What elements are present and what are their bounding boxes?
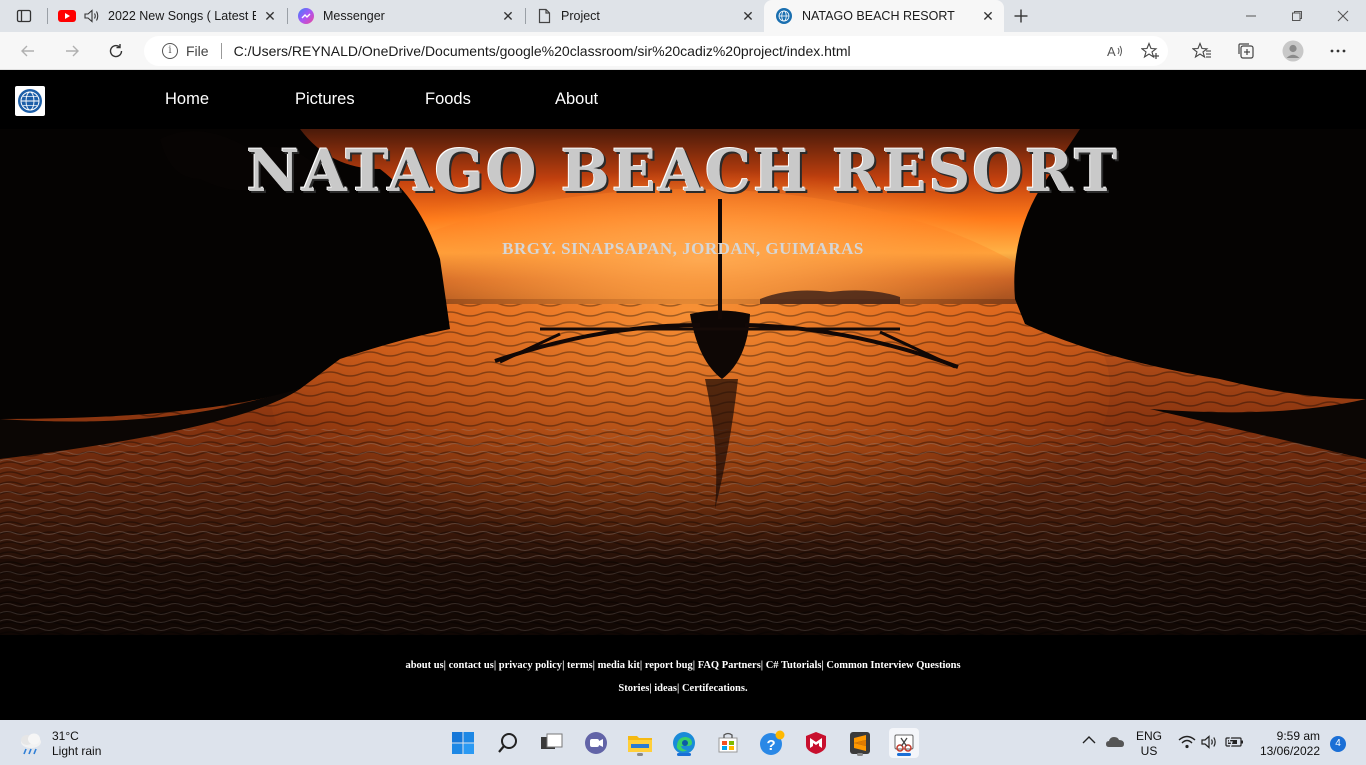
task-view-icon[interactable]	[537, 728, 567, 758]
site-footer: about us| contact us| privacy policy| te…	[0, 635, 1366, 720]
messenger-icon	[298, 8, 314, 24]
url-text[interactable]: C:/Users/REYNALD/OneDrive/Documents/goog…	[234, 43, 851, 59]
collections-icon[interactable]	[1236, 41, 1256, 61]
minimize-icon[interactable]	[1228, 0, 1274, 32]
hero-banner: NATAGO BEACH RESORT BRGY. SINAPSAPAN, JO…	[0, 129, 1366, 635]
sublime-text-icon[interactable]	[845, 728, 875, 758]
site-navbar: Home Pictures Foods About	[0, 70, 1366, 129]
restore-icon[interactable]	[1274, 0, 1320, 32]
footer-link-about-us[interactable]: about us	[405, 660, 443, 671]
weather-condition: Light rain	[52, 744, 102, 758]
language-code: ENG	[1136, 729, 1163, 743]
clock-time: 9:59 am	[1276, 729, 1320, 743]
get-help-icon[interactable]: ?	[757, 728, 787, 758]
search-icon[interactable]	[493, 728, 523, 758]
footer-link-faq-partners[interactable]: FAQ Partners	[698, 660, 761, 671]
nav-home[interactable]: Home	[165, 90, 209, 109]
page-icon	[538, 8, 551, 24]
tab-youtube[interactable]: 2022 New Songs ( Latest En ✕	[50, 0, 286, 32]
clock[interactable]: 9:59 am 13/06/2022	[1256, 729, 1320, 759]
teams-chat-icon[interactable]	[581, 728, 611, 758]
footer-link-terms[interactable]: terms	[567, 660, 593, 671]
globe-icon	[776, 8, 792, 24]
footer-link-stories[interactable]: Stories	[618, 683, 649, 694]
close-window-icon[interactable]	[1320, 0, 1366, 32]
wifi-icon[interactable]	[1178, 735, 1196, 753]
snipping-tool-icon[interactable]	[889, 728, 919, 758]
file-explorer-icon[interactable]	[625, 728, 655, 758]
address-bar[interactable]: i File C:/Users/REYNALD/OneDrive/Documen…	[144, 36, 1168, 66]
footer-link-common-interview-questions[interactable]: Common Interview Questions	[826, 660, 960, 671]
footer-link-ideas[interactable]: ideas	[654, 683, 677, 694]
tab-title: NATAGO BEACH RESORT	[802, 9, 955, 23]
site-logo-icon[interactable]	[15, 86, 45, 116]
nav-about[interactable]: About	[555, 90, 598, 109]
new-tab-icon[interactable]	[1011, 6, 1031, 26]
tab-title: Project	[561, 9, 600, 23]
site-info-icon[interactable]: i	[162, 43, 178, 59]
scheme-label: File	[186, 43, 209, 59]
tab-natago-active[interactable]: NATAGO BEACH RESORT ✕	[764, 0, 1004, 32]
footer-link-privacy-policy[interactable]: privacy policy	[499, 660, 562, 671]
footer-links-row-1: about us| contact us| privacy policy| te…	[405, 660, 961, 671]
favorites-icon[interactable]	[1192, 41, 1212, 61]
forward-icon[interactable]	[60, 39, 84, 63]
footer-links-row-2: Stories| ideas| Certifecations.	[618, 683, 748, 694]
tab-project[interactable]: Project ✕	[526, 0, 764, 32]
youtube-icon	[58, 10, 76, 22]
close-tab-icon[interactable]: ✕	[500, 8, 516, 24]
tab-title: 2022 New Songs ( Latest En	[108, 9, 256, 23]
language-indicator[interactable]: ENG US	[1136, 729, 1162, 759]
footer-link-contact-us[interactable]: contact us	[449, 660, 494, 671]
show-hidden-icons-icon[interactable]	[1082, 734, 1096, 749]
close-tab-icon[interactable]: ✕	[262, 8, 278, 24]
tab-title: Messenger	[323, 9, 385, 23]
onedrive-icon[interactable]	[1105, 735, 1125, 753]
web-page: Home Pictures Foods About NATAGO BEACH R…	[0, 70, 1366, 720]
clock-date: 13/06/2022	[1259, 744, 1320, 758]
close-tab-icon[interactable]: ✕	[980, 8, 996, 24]
hero-title: NATAGO BEACH RESORT	[246, 137, 1120, 205]
footer-link-media-kit[interactable]: media kit	[598, 660, 640, 671]
nav-pictures[interactable]: Pictures	[295, 90, 355, 109]
refresh-icon[interactable]	[104, 39, 128, 63]
svg-text:?: ?	[767, 737, 776, 754]
microsoft-store-icon[interactable]	[713, 728, 743, 758]
windows-taskbar: 31°C Light rain ? ENG US 9:59 am 13/06/2…	[0, 720, 1366, 765]
profile-avatar-icon[interactable]	[1281, 39, 1305, 63]
weather-temp: 31°C	[52, 729, 79, 743]
mcafee-icon[interactable]	[801, 728, 831, 758]
svg-text:A: A	[1107, 44, 1116, 59]
nav-foods[interactable]: Foods	[425, 90, 471, 109]
tab-actions-icon[interactable]	[14, 6, 34, 26]
notification-badge[interactable]: 4	[1330, 736, 1346, 752]
tab-messenger[interactable]: Messenger ✕	[288, 0, 524, 32]
weather-widget[interactable]: 31°C Light rain	[18, 729, 101, 759]
volume-icon[interactable]	[1201, 735, 1219, 753]
more-menu-icon[interactable]	[1328, 41, 1348, 61]
footer-link-report-bug[interactable]: report bug	[645, 660, 693, 671]
rain-cloud-icon	[18, 732, 44, 756]
hero-subtitle: BRGY. SINAPSAPAN, JORDAN, GUIMARAS	[502, 239, 864, 258]
back-icon[interactable]	[16, 39, 40, 63]
battery-icon[interactable]	[1225, 735, 1245, 753]
tab-strip: 2022 New Songs ( Latest En ✕ Messenger ✕…	[0, 0, 1366, 32]
edge-browser-icon[interactable]	[669, 728, 699, 758]
close-tab-icon[interactable]: ✕	[740, 8, 756, 24]
windows-start-icon[interactable]	[448, 728, 478, 758]
footer-link-certifications[interactable]: Certifecations.	[682, 683, 748, 694]
language-region: US	[1140, 744, 1158, 758]
address-toolbar: i File C:/Users/REYNALD/OneDrive/Documen…	[0, 32, 1366, 70]
audio-playing-icon[interactable]	[84, 9, 100, 23]
add-favorite-icon[interactable]	[1141, 41, 1161, 61]
read-aloud-icon[interactable]: A	[1105, 41, 1125, 61]
footer-link-csharp-tutorials[interactable]: C# Tutorials	[766, 660, 822, 671]
